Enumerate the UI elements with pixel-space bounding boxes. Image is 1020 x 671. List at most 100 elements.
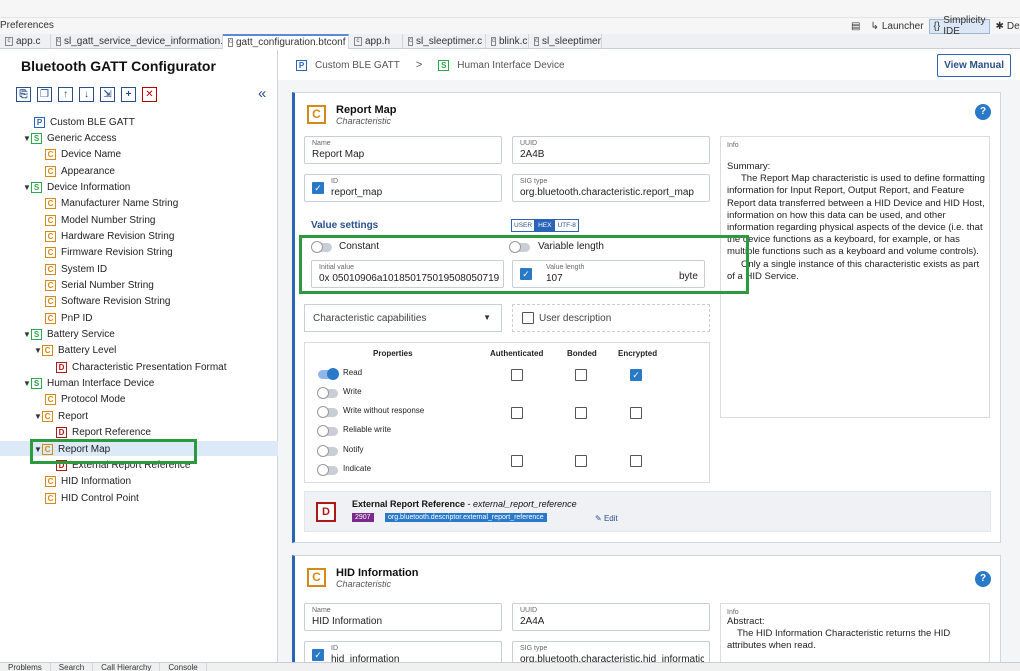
tree-item[interactable]: C Protocol Mode: [37, 392, 125, 408]
editor-tab[interactable]: c sl_gatt_service_device_information.c: [51, 34, 223, 49]
expand-arrow-icon[interactable]: ▼: [23, 379, 31, 388]
report-map-card: C Report Map Characteristic ? Name Repor…: [292, 92, 1001, 543]
id-checkbox[interactable]: ✓: [312, 182, 324, 194]
editor-tab[interactable]: cgatt_configuration.btconf✕: [223, 34, 349, 49]
expand-arrow-icon[interactable]: ▼: [23, 183, 31, 192]
open-perspective-button[interactable]: ▤: [846, 19, 865, 34]
tree-item[interactable]: C Model Number String: [37, 212, 155, 228]
expand-arrow-icon[interactable]: ▼: [23, 134, 31, 143]
property-toggle[interactable]: [317, 406, 338, 418]
value-format-option[interactable]: USER: [511, 219, 536, 232]
property-label: Notify: [343, 445, 364, 454]
bonded-checkbox[interactable]: [575, 407, 587, 419]
id-field[interactable]: ✓ ID report_map: [304, 174, 502, 202]
bottom-view-tab[interactable]: Call Hierarchy: [93, 663, 161, 671]
editor-tab[interactable]: c sl_sleeptimer.c: [403, 34, 486, 49]
tree-item[interactable]: ▼ C Report: [34, 408, 88, 424]
bottom-view-tab[interactable]: Problems: [0, 663, 51, 671]
property-toggle[interactable]: [317, 464, 338, 476]
editor-tab[interactable]: c blink.c: [486, 34, 529, 49]
user-description-checkbox[interactable]: [522, 312, 534, 324]
descriptor-edit-link[interactable]: ✎ Edit: [595, 514, 618, 523]
editor-tab[interactable]: c app.h: [349, 34, 403, 49]
node-type-badge-icon: C: [45, 394, 56, 406]
id-field[interactable]: ✓ ID hid_information: [304, 641, 502, 662]
tree-item[interactable]: C System ID: [37, 261, 107, 277]
sig-type-field[interactable]: SIG type org.bluetooth.characteristic.re…: [512, 174, 710, 202]
move-down-icon[interactable]: ↓: [79, 87, 94, 102]
property-toggle[interactable]: [318, 368, 339, 380]
move-up-icon[interactable]: ↑: [58, 87, 73, 102]
characteristic-capabilities-select[interactable]: Characteristic capabilities ▼: [304, 304, 502, 332]
tree-item[interactable]: ▼ S Human Interface Device: [23, 376, 154, 392]
help-icon[interactable]: ?: [975, 104, 991, 120]
tree-item[interactable]: C Hardware Revision String: [37, 228, 174, 244]
tree-item[interactable]: ▼ C Battery Level: [34, 343, 116, 359]
uuid-field[interactable]: UUID 2A4A: [512, 603, 710, 631]
value-format-option[interactable]: HEX: [535, 219, 555, 232]
simplicity-ide-perspective[interactable]: {} Simplicity IDE: [928, 15, 991, 37]
encrypted-checkbox[interactable]: ✓: [630, 369, 642, 381]
expand-arrow-icon[interactable]: ▼: [23, 330, 31, 339]
tree-item[interactable]: ▼ S Generic Access: [23, 130, 116, 146]
property-toggle[interactable]: [317, 425, 338, 437]
tree-item[interactable]: ▼ S Battery Service: [23, 327, 115, 343]
collapse-panel-icon[interactable]: «: [258, 85, 266, 102]
user-description-field[interactable]: User description: [512, 304, 710, 332]
property-toggle[interactable]: [317, 387, 338, 399]
bottom-view-tab[interactable]: Console: [160, 663, 207, 671]
authenticated-checkbox[interactable]: [511, 369, 523, 381]
tree-item[interactable]: C HID Information: [37, 474, 131, 490]
sig-type-label: SIG type: [520, 178, 548, 185]
add-item-icon[interactable]: +: [121, 87, 136, 102]
encrypted-checkbox[interactable]: [630, 455, 642, 467]
launcher-label: Launcher: [881, 20, 924, 32]
view-manual-button[interactable]: View Manual: [937, 54, 1011, 77]
authenticated-checkbox[interactable]: [511, 407, 523, 419]
tree-item[interactable]: C Appearance: [37, 163, 115, 179]
delete-icon[interactable]: ✕: [142, 87, 157, 102]
sig-type-field[interactable]: SIG type org.bluetooth.characteristic.hi…: [512, 641, 710, 662]
tree-item[interactable]: C Firmware Revision String: [37, 245, 173, 261]
duplicate-icon[interactable]: ❐: [37, 87, 52, 102]
editor-tab[interactable]: c app.c: [0, 34, 51, 49]
value-format-option[interactable]: UTF-8: [554, 219, 579, 232]
expand-arrow-icon[interactable]: ▼: [34, 346, 42, 355]
tree-item[interactable]: C PnP ID: [37, 310, 93, 326]
tree-item[interactable]: ▼ S Device Information: [23, 179, 130, 195]
tree-item[interactable]: C Manufacturer Name String: [37, 196, 178, 212]
name-field[interactable]: Name HID Information: [304, 603, 502, 631]
uuid-label: UUID: [520, 140, 538, 147]
property-toggle[interactable]: [317, 445, 338, 457]
value-format-selector: USER HEX UTF-8: [511, 219, 579, 232]
authenticated-checkbox[interactable]: [511, 455, 523, 467]
bonded-checkbox[interactable]: [575, 455, 587, 467]
expand-arrow-icon[interactable]: ▼: [34, 412, 42, 421]
help-icon[interactable]: ?: [975, 571, 991, 587]
node-type-badge-icon: C: [45, 312, 56, 324]
breadcrumb-service[interactable]: Human Interface Device: [457, 60, 564, 71]
id-checkbox[interactable]: ✓: [312, 649, 324, 661]
tree-item[interactable]: C Serial Number String: [37, 278, 154, 294]
breadcrumb-profile[interactable]: Custom BLE GATT: [315, 60, 400, 71]
perspective-switcher: ▤ ↳ Launcher {} Simplicity IDE ✱ Debu: [846, 15, 1020, 37]
uuid-field[interactable]: UUID 2A4B: [512, 136, 710, 164]
tree-item[interactable]: C Software Revision String: [37, 294, 171, 310]
launcher-perspective[interactable]: ↳ Launcher: [865, 19, 928, 34]
profile-badge-icon: P: [296, 59, 307, 71]
tree-item[interactable]: D Characteristic Presentation Format: [48, 359, 227, 375]
tree-item[interactable]: C HID Control Point: [37, 490, 139, 506]
bonded-checkbox[interactable]: [575, 369, 587, 381]
node-type-badge-icon: C: [42, 345, 53, 357]
name-field[interactable]: Name Report Map: [304, 136, 502, 164]
bottom-view-tab[interactable]: Search: [51, 663, 94, 671]
id-label: ID: [331, 645, 338, 652]
add-profile-icon[interactable]: ⎘: [16, 87, 31, 102]
encrypted-checkbox[interactable]: [630, 407, 642, 419]
debug-perspective[interactable]: ✱ Debu: [990, 19, 1020, 34]
external-report-reference-descriptor[interactable]: D External Report Reference - external_r…: [304, 491, 991, 532]
editor-tab[interactable]: csl_sleeptimer.h: [529, 34, 602, 49]
tree-item[interactable]: C Device Name: [37, 147, 121, 163]
tree-item[interactable]: P Custom BLE GATT: [26, 114, 135, 130]
import-icon[interactable]: ⇲: [100, 87, 115, 102]
